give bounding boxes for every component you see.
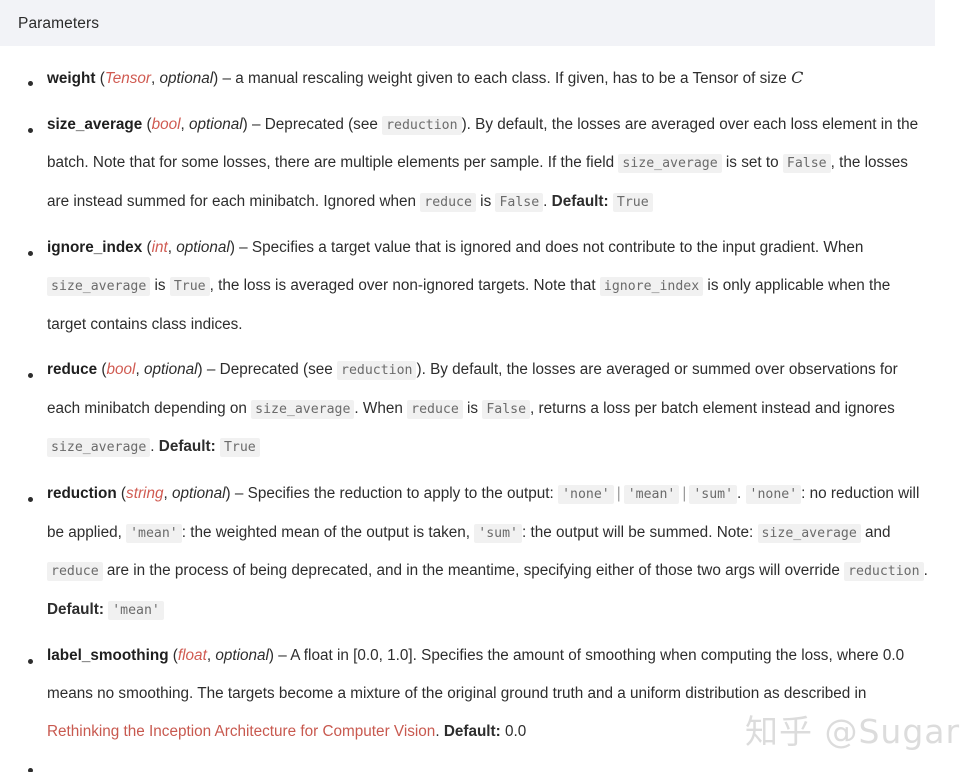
code-span-size-average: size_average xyxy=(251,399,355,419)
param-desc-5: , returns a loss per batch element inste… xyxy=(530,399,895,417)
list-item-size-average: size_average (bool, optional) – Deprecat… xyxy=(0,106,972,222)
param-optional-weight: optional xyxy=(159,70,214,87)
param-desc-3: is set to xyxy=(721,154,783,172)
param-desc-6: . xyxy=(543,192,552,210)
default-value-zero: 0.0 xyxy=(505,722,527,740)
param-desc-1: – Deprecated (see xyxy=(247,115,383,133)
param-desc-3: . When xyxy=(354,399,408,417)
param-name-reduction: reduction xyxy=(47,484,117,502)
param-desc-7: are in the process of being deprecated, … xyxy=(102,562,845,580)
comma: , xyxy=(135,361,144,379)
default-value-true: True xyxy=(612,192,653,212)
param-name-reduce: reduce xyxy=(47,361,98,379)
default-value-mean: 'mean' xyxy=(108,600,164,620)
paren-open: ( xyxy=(95,70,105,87)
paren-open: ( xyxy=(142,239,152,257)
paren-open: ( xyxy=(97,361,107,379)
param-type-reduce: bool xyxy=(106,361,136,379)
param-name-size-average: size_average xyxy=(47,115,143,133)
code-span-mean: 'mean' xyxy=(623,484,680,504)
list-item-reduce: reduce (bool, optional) – Deprecated (se… xyxy=(0,351,972,467)
param-type-reduction: string xyxy=(126,484,164,502)
param-desc-2: . xyxy=(435,722,444,740)
code-span-reduce: reduce xyxy=(407,399,463,419)
code-span-false: False xyxy=(482,399,531,419)
list-item-next-partial xyxy=(0,758,972,773)
list-item-label-smoothing: label_smoothing (float, optional) – A fl… xyxy=(0,637,972,750)
math-symbol-c: C xyxy=(791,68,804,87)
param-type-size-average: bool xyxy=(151,115,181,133)
param-desc-4: : the weighted mean of the output is tak… xyxy=(181,523,475,541)
code-span-false: False xyxy=(782,154,831,174)
code-span-size-average: size_average xyxy=(618,154,722,174)
code-span-reduction: reduction xyxy=(382,115,462,135)
parameters-list: weight (Tensor, optional) – a manual res… xyxy=(0,46,972,773)
param-desc-1: – Specifies the reduction to apply to th… xyxy=(230,484,559,502)
comma: , xyxy=(151,70,160,87)
param-desc-2: is xyxy=(150,276,170,294)
comma: , xyxy=(167,239,177,257)
list-item-weight: weight (Tensor, optional) – a manual res… xyxy=(0,59,972,98)
param-type-label-smoothing: float xyxy=(177,647,207,665)
param-desc-4: is xyxy=(462,399,483,417)
param-optional-ignore-index: optional xyxy=(176,239,230,257)
param-type-ignore-index: int xyxy=(151,239,168,257)
option-separator-2: | xyxy=(682,484,687,502)
code-span-size-average: size_average xyxy=(47,276,151,296)
code-span-reduce: reduce xyxy=(47,562,103,582)
comma: , xyxy=(180,115,190,133)
param-optional-reduce: optional xyxy=(143,361,198,379)
param-desc-3: , the loss is averaged over non-ignored … xyxy=(209,276,600,294)
param-desc-5: : the output will be summed. Note: xyxy=(521,523,758,541)
code-span-size-average-2: size_average xyxy=(47,438,151,458)
param-optional-reduction: optional xyxy=(171,484,226,502)
code-span-size-average: size_average xyxy=(757,523,861,543)
default-label: Default: xyxy=(551,192,609,210)
param-name-ignore-index: ignore_index xyxy=(47,239,143,257)
param-desc-weight-1: – a manual rescaling weight given to eac… xyxy=(218,70,792,87)
code-span-none-2: 'none' xyxy=(745,484,802,504)
parameters-header-band: Parameters xyxy=(0,0,935,46)
param-desc-5: is xyxy=(475,192,496,210)
paren-open: ( xyxy=(142,115,152,133)
default-label: Default: xyxy=(47,600,104,618)
paren-open: ( xyxy=(116,484,127,502)
list-item-reduction: reduction (string, optional) – Specifies… xyxy=(0,475,972,629)
paren-open: ( xyxy=(168,647,178,665)
param-type-weight: Tensor xyxy=(104,70,152,87)
param-optional-size-average: optional xyxy=(189,115,243,133)
code-span-reduce: reduce xyxy=(420,192,476,212)
default-label: Default: xyxy=(158,438,216,456)
code-span-ignore-index: ignore_index xyxy=(599,276,704,296)
code-span-none: 'none' xyxy=(558,484,614,504)
param-name-weight: weight xyxy=(47,70,96,87)
param-optional-label-smoothing: optional xyxy=(215,647,269,665)
code-span-reduction: reduction xyxy=(337,361,417,381)
code-span-sum: 'sum' xyxy=(689,484,738,504)
param-desc-1: – Specifies a target value that is ignor… xyxy=(234,239,864,257)
param-desc-6: . xyxy=(150,438,159,456)
code-span-true: True xyxy=(169,276,210,296)
option-separator-1: | xyxy=(616,484,621,502)
code-span-sum-2: 'sum' xyxy=(474,523,522,543)
param-desc-2: . xyxy=(737,484,746,502)
param-desc-6: and xyxy=(860,523,891,541)
code-span-false-2: False xyxy=(495,192,544,212)
code-span-mean-2: 'mean' xyxy=(126,523,182,543)
code-span-reduction-2: reduction xyxy=(844,562,924,582)
link-rethinking-inception-paper[interactable]: Rethinking the Inception Architecture fo… xyxy=(47,723,435,740)
page-title: Parameters xyxy=(18,15,100,32)
param-desc-8: . xyxy=(923,562,928,580)
list-item-ignore-index: ignore_index (int, optional) – Specifies… xyxy=(0,229,972,343)
param-name-label-smoothing: label_smoothing xyxy=(47,647,169,665)
param-desc-1: – Deprecated (see xyxy=(202,361,338,379)
comma: , xyxy=(163,484,172,502)
default-label: Default: xyxy=(443,722,501,740)
default-value-true: True xyxy=(219,438,260,458)
